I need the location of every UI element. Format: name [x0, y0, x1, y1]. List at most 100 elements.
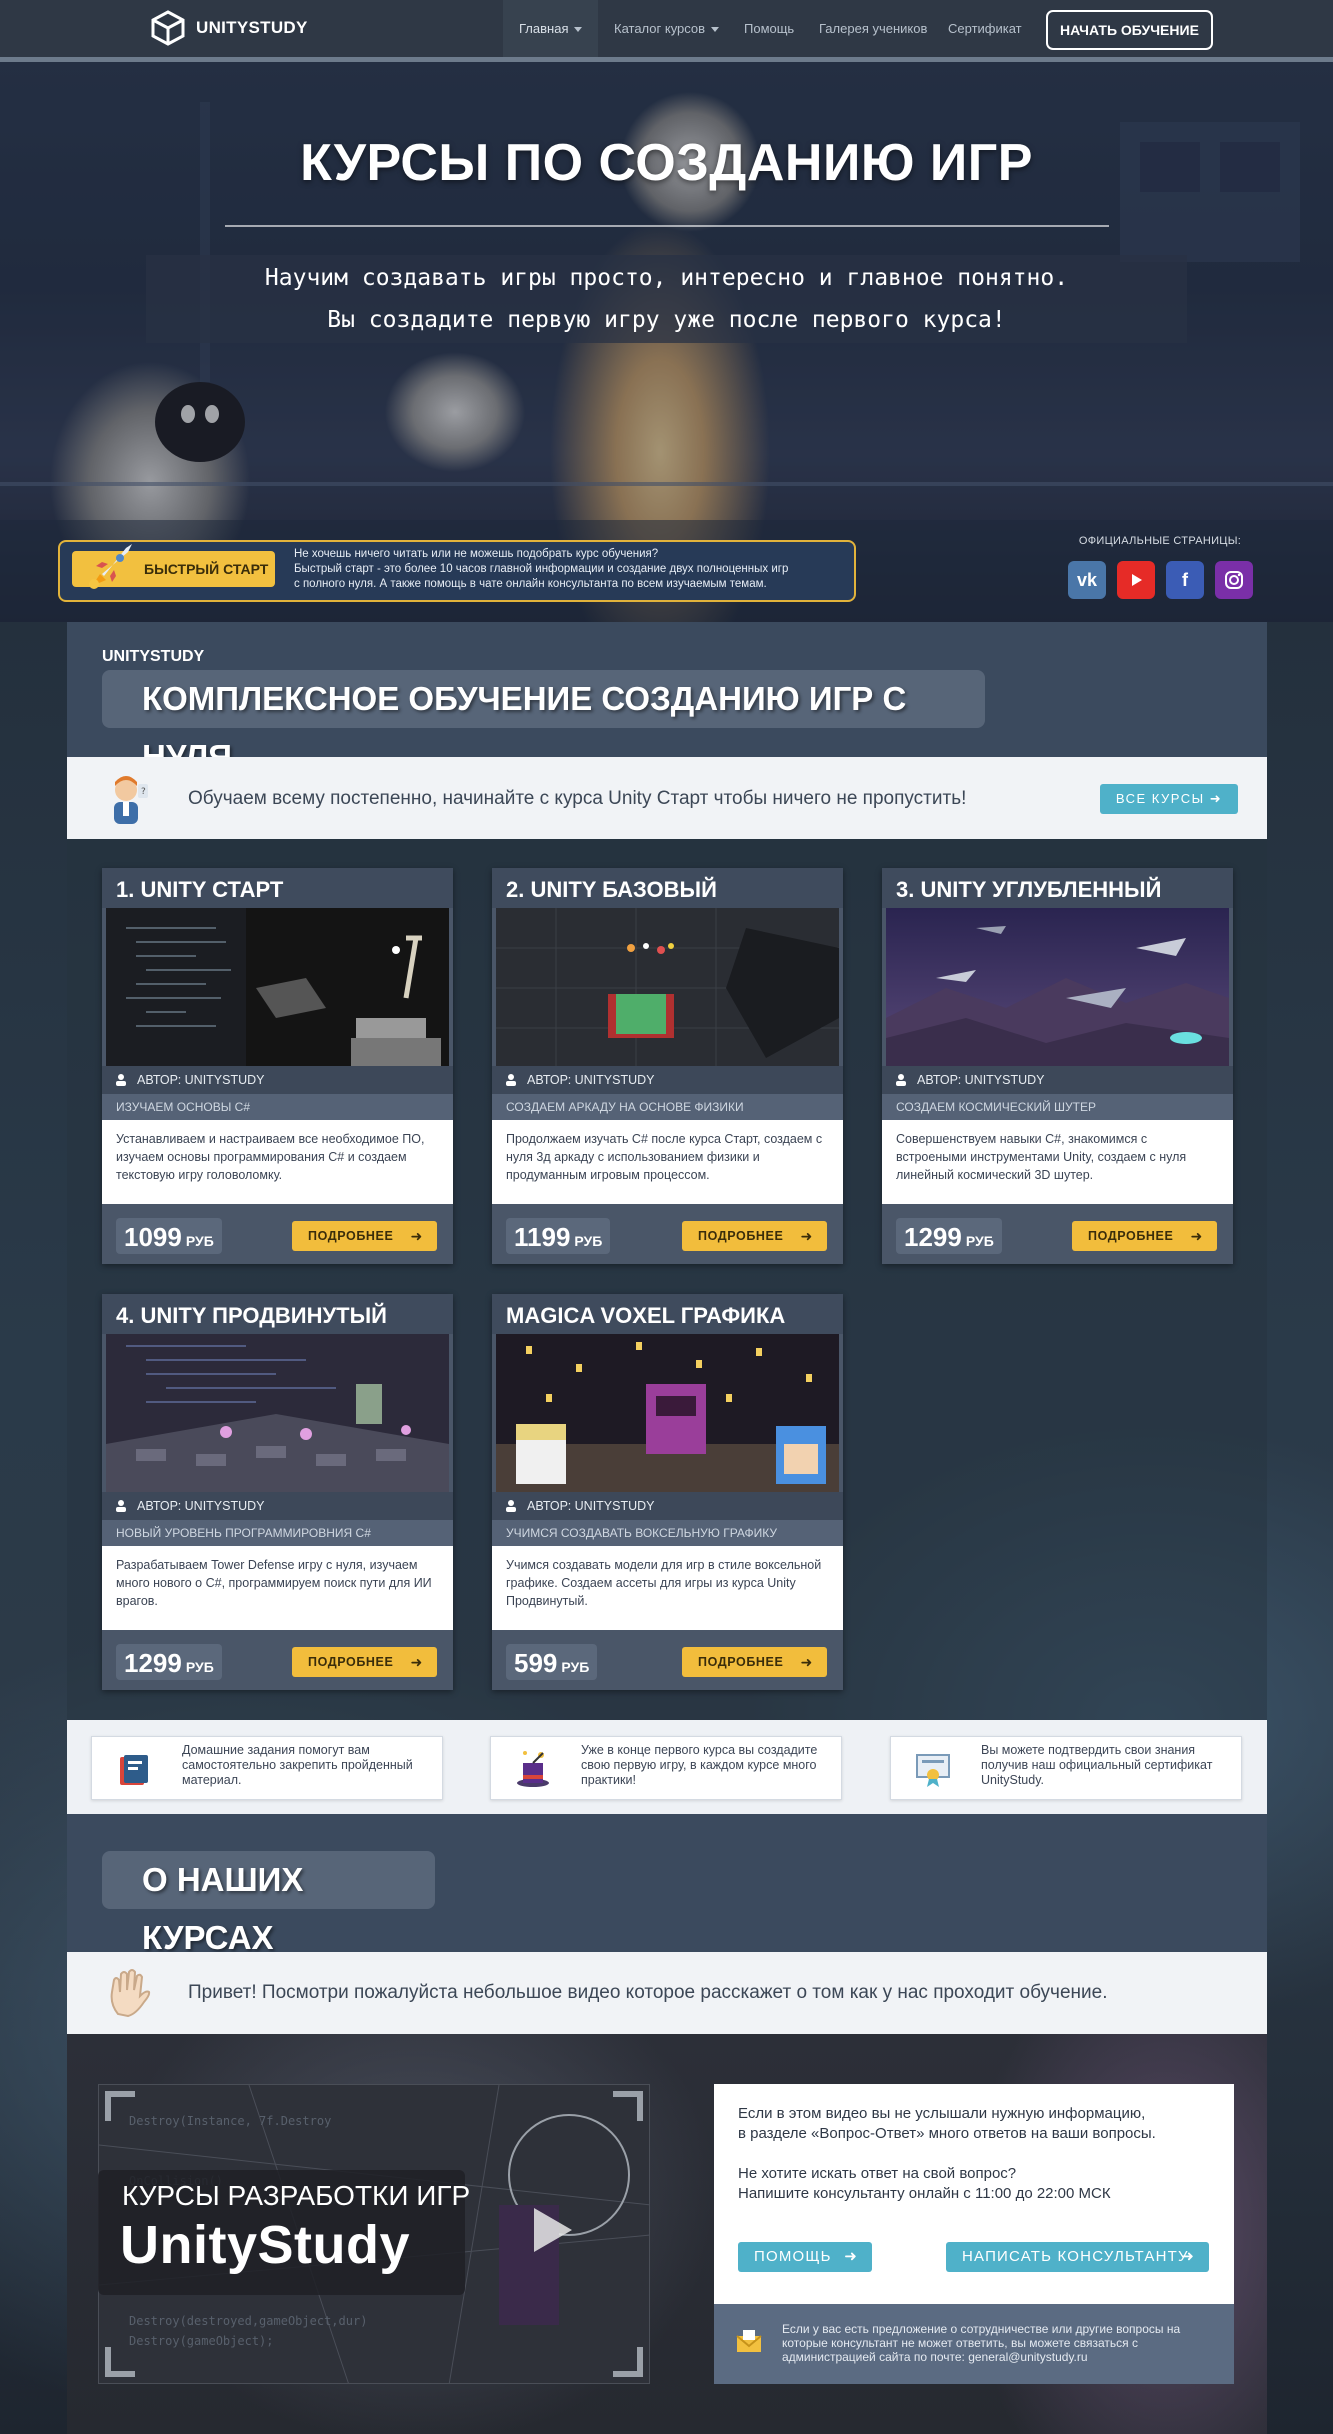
user-icon: [116, 1500, 126, 1512]
user-icon: [896, 1074, 906, 1086]
camera-icon: [1225, 571, 1243, 589]
course-subtitle: ИЗУЧАЕМ ОСНОВЫ C#: [102, 1094, 453, 1120]
homework-book-icon: [120, 1755, 148, 1785]
more-button[interactable]: ПОДРОБНЕЕ ➜: [682, 1647, 827, 1677]
nav-gallery[interactable]: Галерея учеников: [803, 0, 943, 57]
arrow-right-icon: ➜: [844, 2248, 858, 2265]
info-text: Если в этом видео вы не услышали нужную …: [738, 2105, 1156, 2202]
course-price: 1099 РУБ: [116, 1218, 222, 1254]
arrow-right-icon: ➜: [1190, 1228, 1203, 1244]
intro-text: Обучаем всему постепенно, начинайте с ку…: [188, 788, 967, 809]
feature-homework: Домашние задания помогут вам самостоятел…: [91, 1736, 443, 1800]
course-author: АВТОР: UNITYSTUDY: [527, 1499, 655, 1513]
course-card-basic[interactable]: 2. UNITY БАЗОВЫЙ АВТОР: UNITYSTUDY СОЗДА…: [492, 868, 843, 1264]
waving-hand-icon: [110, 1969, 151, 2018]
course-description: Устанавливаем и настраиваем все необходи…: [102, 1120, 453, 1204]
arrow-right-icon: ➜: [410, 1654, 423, 1670]
brand-name: UNITYSTUDY: [196, 18, 308, 37]
svg-text:Destroy(destroyed,gameObject,d: Destroy(destroyed,gameObject,dur): [129, 2314, 367, 2328]
course-card-start[interactable]: 1. UNITY СТАРТ АВТОР: UNITYSTUDY ИЗУЧАЕМ…: [102, 868, 453, 1264]
youtube-icon[interactable]: [1117, 561, 1155, 599]
nav-certificate[interactable]: Сертификат: [932, 0, 1038, 57]
course-title: 3. UNITY УГЛУБЛЕННЫЙ: [882, 868, 1233, 908]
official-pages-title: ОФИЦИАЛЬНЫЕ СТРАНИЦЫ:: [1078, 535, 1242, 547]
info-footer-text: Если у вас есть предложение о сотрудниче…: [782, 2322, 1181, 2364]
more-button[interactable]: ПОДРОБНЕЕ ➜: [292, 1221, 437, 1251]
more-button[interactable]: ПОДРОБНЕЕ ➜: [1072, 1221, 1217, 1251]
course-card-voxel[interactable]: MAGICA VOXEL ГРАФИКА АВТОР: UNITYSTUDY У…: [492, 1294, 843, 1690]
arrow-right-icon: ➜: [1209, 791, 1223, 806]
course-image: [496, 908, 839, 1066]
arrow-right-icon: ➜: [410, 1228, 423, 1244]
course-description: Совершенствуем навыки C#, знакомимся с в…: [882, 1120, 1233, 1204]
course-price: 599 РУБ: [506, 1644, 598, 1680]
course-author: АВТОР: UNITYSTUDY: [137, 1073, 265, 1087]
course-image: [886, 908, 1229, 1066]
course-price: 1299 РУБ: [896, 1218, 1002, 1254]
chevron-down-icon: [711, 27, 720, 33]
magic-hat-icon: [517, 1751, 549, 1787]
course-subtitle: УЧИМСЯ СОЗДАВАТЬ ВОКСЕЛЬНУЮ ГРАФИКУ: [492, 1520, 843, 1546]
teacher-avatar-icon: ?: [114, 776, 148, 824]
course-title: MAGICA VOXEL ГРАФИКА: [492, 1294, 843, 1334]
course-card-pro[interactable]: 4. UNITY ПРОДВИНУТЫЙ АВТОР: UNITYSTUDY Н…: [102, 1294, 453, 1690]
arrow-right-icon: ➜: [1181, 2248, 1195, 2265]
course-description: Учимся создавать модели для игр в стиле …: [492, 1546, 843, 1630]
course-image: [106, 908, 449, 1066]
rocket-icon: [89, 544, 132, 589]
unity-cube-icon: [151, 10, 185, 46]
course-title: 2. UNITY БАЗОВЫЙ: [492, 868, 843, 908]
play-icon[interactable]: [520, 2200, 580, 2260]
course-title: 1. UNITY СТАРТ: [102, 868, 453, 908]
hero-divider: [225, 225, 1109, 227]
svg-text:Destroy(Instance, 7f.Destroy: Destroy(Instance, 7f.Destroy: [129, 2114, 331, 2128]
user-icon: [506, 1500, 516, 1512]
play-icon: [1132, 574, 1142, 586]
facebook-icon[interactable]: f: [1166, 561, 1204, 599]
vk-icon[interactable]: vk: [1068, 561, 1106, 599]
brand-logo[interactable]: UNITYSTUDY: [150, 8, 350, 48]
start-learning-button[interactable]: НАЧАТЬ ОБУЧЕНИЕ: [1046, 10, 1213, 50]
course-description: Разрабатываем Tower Defense игру с нуля,…: [102, 1546, 453, 1630]
course-author: АВТОР: UNITYSTUDY: [527, 1073, 655, 1087]
svg-text:Destroy(gameObject);: Destroy(gameObject);: [129, 2334, 274, 2348]
section-title-courses: КОМПЛЕКСНОЕ ОБУЧЕНИЕ СОЗДАНИЮ ИГР С НУЛЯ: [102, 670, 985, 775]
course-author: АВТОР: UNITYSTUDY: [917, 1073, 1045, 1087]
course-price: 1299 РУБ: [116, 1644, 222, 1680]
course-title: 4. UNITY ПРОДВИНУТЫЙ: [102, 1294, 453, 1334]
nav-help[interactable]: Помощь: [728, 0, 810, 57]
course-description: Продолжаем изучать C# после курса Старт,…: [492, 1120, 843, 1204]
video-caption-line2: UnityStudy: [120, 2215, 411, 2275]
all-courses-button[interactable]: ВСЕ КУРСЫ ➜: [1100, 784, 1238, 814]
nav-home[interactable]: Главная: [503, 0, 599, 57]
quick-start-description: Не хочешь ничего читать или не можешь по…: [294, 548, 789, 590]
help-button[interactable]: ПОМОЩЬ ➜: [738, 2242, 872, 2272]
course-image: [496, 1334, 839, 1492]
more-button[interactable]: ПОДРОБНЕЕ ➜: [292, 1647, 437, 1677]
course-card-advanced[interactable]: 3. UNITY УГЛУБЛЕННЫЙ АВТОР: UNITYSTUDY С…: [882, 868, 1233, 1264]
feature-certificate: Вы можете подтвердить свои знания получи…: [890, 1736, 1242, 1800]
course-subtitle: СОЗДАЕМ АРКАДУ НА ОСНОВЕ ФИЗИКИ: [492, 1094, 843, 1120]
video-caption-line1: КУРСЫ РАЗРАБОТКИ ИГР: [122, 2180, 471, 2211]
section-brand: UNITYSTUDY: [102, 648, 205, 665]
svg-text:?: ?: [141, 787, 146, 797]
about-text: Привет! Посмотри пожалуйста небольшое ви…: [188, 1982, 1108, 2003]
user-icon: [116, 1074, 126, 1086]
instagram-icon[interactable]: [1215, 561, 1253, 599]
section-title-about: О НАШИХ КУРСАХ: [102, 1851, 435, 1956]
arrow-right-icon: ➜: [800, 1654, 813, 1670]
course-author: АВТОР: UNITYSTUDY: [137, 1499, 265, 1513]
mail-icon: [736, 2330, 762, 2352]
user-icon: [506, 1074, 516, 1086]
more-button[interactable]: ПОДРОБНЕЕ ➜: [682, 1221, 827, 1251]
write-consultant-button[interactable]: НАПИСАТЬ КОНСУЛЬТАНТУ ➜: [946, 2242, 1209, 2272]
certificate-icon: [916, 1754, 950, 1787]
course-image: [106, 1334, 449, 1492]
feature-first-game: Уже в конце первого курса вы создадите с…: [490, 1736, 842, 1800]
hero-title: КУРСЫ ПО СОЗДАНИЮ ИГР: [300, 134, 1033, 192]
course-subtitle: СОЗДАЕМ КОСМИЧЕСКИЙ ШУТЕР: [882, 1094, 1233, 1120]
course-subtitle: НОВЫЙ УРОВЕНЬ ПРОГРАММИРОВНИЯ C#: [102, 1520, 453, 1546]
chevron-down-icon: [574, 27, 583, 33]
course-price: 1199 РУБ: [506, 1218, 611, 1254]
nav-catalog[interactable]: Каталог курсов: [598, 0, 735, 57]
